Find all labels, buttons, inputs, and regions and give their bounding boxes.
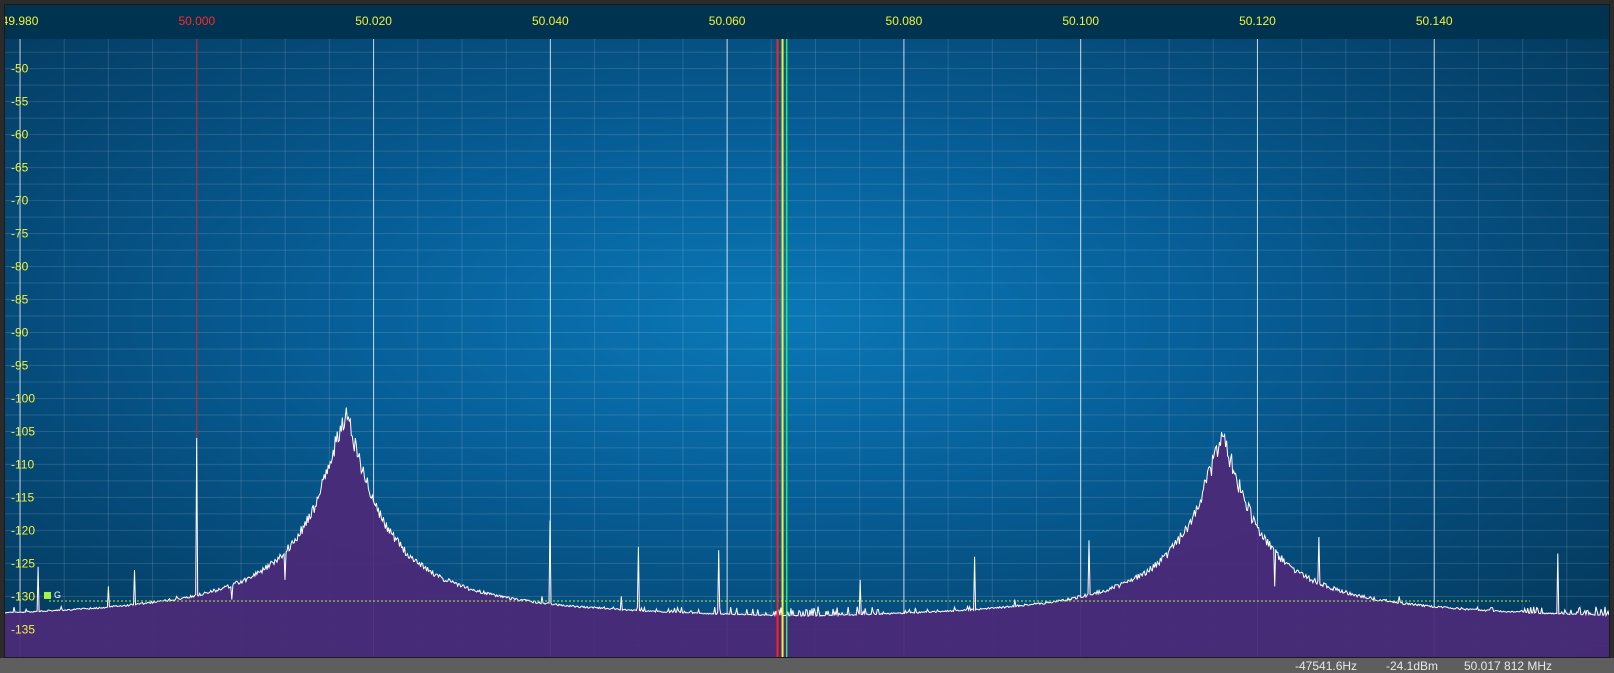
db-tick-label: -80 [11, 260, 29, 274]
frequency-tick-label: 50.140 [1415, 14, 1453, 28]
db-tick-label: -105 [11, 424, 35, 438]
status-bar: -47541.6Hz -24.1dBm 50.017 812 MHz [0, 658, 1614, 673]
frequency-tick-label: 50.040 [531, 14, 569, 28]
db-tick-label: -75 [11, 227, 29, 241]
squelch-label: G [54, 590, 61, 600]
cursor-level-readout: -24.1dBm [1386, 659, 1439, 673]
db-tick-label: -130 [11, 589, 35, 603]
db-tick-label: -125 [11, 556, 35, 570]
db-tick-label: -110 [11, 457, 34, 471]
frequency-tick-label: 50.120 [1239, 14, 1276, 28]
cursor-frequency-readout: 50.017 812 MHz [1464, 659, 1553, 673]
db-tick-label: -135 [11, 622, 35, 636]
squelch-handle [44, 591, 51, 599]
spectrum-panel[interactable]: 49.980 50.000 50.020 50.040 50.060 50.080 50.1… [4, 4, 1610, 658]
frequency-tick-label: 50.000 [178, 14, 216, 28]
cursor-offset-readout: -47541.6Hz [1295, 659, 1358, 673]
frequency-tick-label: 50.060 [708, 14, 746, 28]
spectrum-plot[interactable]: G -50 -55 -60 -65 -70 -75 -80 -85 -90 -95 -100 -105 -… [5, 39, 1610, 658]
db-tick-label: -95 [11, 358, 29, 372]
frequency-tick-label: 50.080 [885, 14, 923, 28]
db-tick-label: -70 [11, 194, 29, 208]
db-tick-label: -55 [11, 95, 29, 109]
db-tick-label: -60 [11, 128, 29, 142]
db-tick-label: -50 [11, 62, 29, 76]
db-tick-label: -120 [11, 523, 35, 537]
frequency-tick-label: 50.020 [355, 14, 392, 28]
db-tick-label: -115 [11, 490, 34, 504]
spectrum-fill [5, 407, 1609, 657]
spectrum-svg[interactable]: G -50 -55 -60 -65 -70 -75 -80 -85 -90 -95 -100 -105 -… [5, 39, 1610, 658]
db-tick-label: -90 [11, 326, 29, 340]
db-tick-label: -85 [11, 293, 29, 307]
db-tick-label: -65 [11, 161, 29, 175]
frequency-tick-label: 49.980 [4, 14, 39, 28]
db-tick-label: -100 [11, 391, 35, 405]
frequency-tick-label: 50.100 [1062, 14, 1100, 28]
frequency-axis[interactable]: 49.980 50.000 50.020 50.040 50.060 50.080 50.1… [5, 5, 1609, 39]
